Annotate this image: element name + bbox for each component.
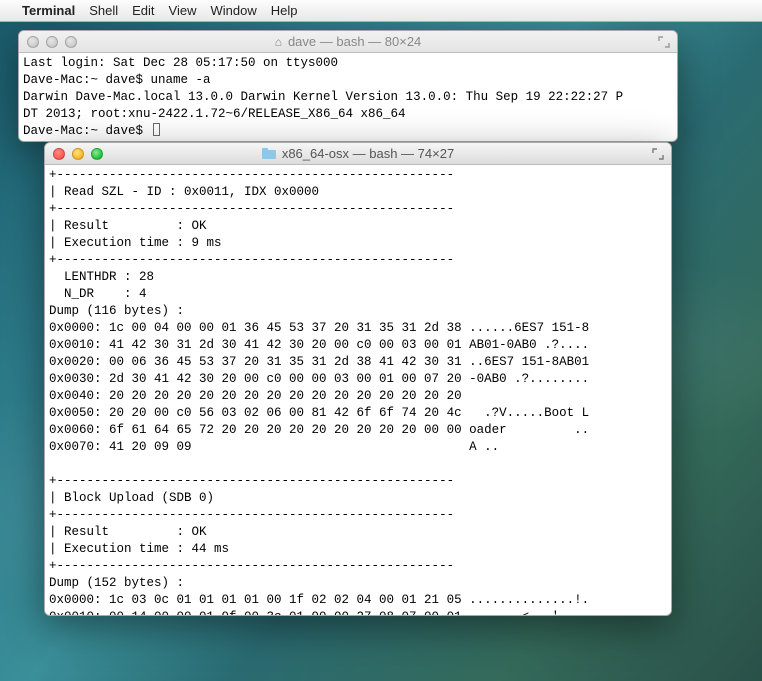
menu-view[interactable]: View [169,3,197,18]
term-line: | Result : OK [49,525,207,539]
close-button-back[interactable] [27,36,39,48]
folder-icon [262,148,276,159]
menu-app[interactable]: Terminal [22,3,75,18]
window-title-back: dave — bash — 80×24 [288,34,421,49]
menu-window[interactable]: Window [211,3,257,18]
term-line: | Execution time : 44 ms [49,542,229,556]
term-line: 0x0050: 20 20 00 c0 56 03 02 06 00 81 42… [49,406,589,420]
terminal-body-front[interactable]: +---------------------------------------… [45,165,671,615]
terminal-window-back[interactable]: ⌂ dave — bash — 80×24 Last login: Sat De… [18,30,678,142]
term-line: Dump (152 bytes) : [49,576,184,590]
term-line: Last login: Sat Dec 28 05:17:50 on ttys0… [23,56,338,70]
term-line: 0x0000: 1c 03 0c 01 01 01 01 00 1f 02 02… [49,593,589,607]
term-line: 0x0030: 2d 30 41 42 30 20 00 c0 00 00 03… [49,372,589,386]
term-line: | Read SZL - ID : 0x0011, IDX 0x0000 [49,185,319,199]
fullscreen-icon-front[interactable] [651,147,665,161]
cursor-icon [153,123,160,136]
term-line: 0x0020: 00 06 36 45 53 37 20 31 35 31 2d… [49,355,589,369]
term-line: 0x0010: 00 14 00 00 01 9f 00 3c 01 90 00… [49,610,589,615]
term-line: 0x0010: 41 42 30 31 2d 30 41 42 30 20 00… [49,338,589,352]
term-line: | Execution time : 9 ms [49,236,222,250]
term-line: | Block Upload (SDB 0) [49,491,214,505]
term-line: +---------------------------------------… [49,474,454,488]
menu-edit[interactable]: Edit [132,3,154,18]
minimize-button-front[interactable] [72,148,84,160]
terminal-window-front[interactable]: x86_64-osx — bash — 74×27 +-------------… [44,142,672,616]
minimize-button-back[interactable] [46,36,58,48]
home-icon: ⌂ [275,36,282,48]
titlebar-back[interactable]: ⌂ dave — bash — 80×24 [19,31,677,53]
term-line: +---------------------------------------… [49,253,454,267]
term-line: Darwin Dave-Mac.local 13.0.0 Darwin Kern… [23,90,623,104]
term-line: 0x0070: 41 20 09 09 A .. [49,440,499,454]
titlebar-front[interactable]: x86_64-osx — bash — 74×27 [45,143,671,165]
zoom-button-back[interactable] [65,36,77,48]
term-line: Dump (116 bytes) : [49,304,184,318]
term-line: 0x0060: 6f 61 64 65 72 20 20 20 20 20 20… [49,423,589,437]
term-line: Dave-Mac:~ dave$ uname -a [23,73,211,87]
term-line: N_DR : 4 [49,287,147,301]
term-line: +---------------------------------------… [49,508,454,522]
term-line: | Result : OK [49,219,207,233]
menu-help[interactable]: Help [271,3,298,18]
zoom-button-front[interactable] [91,148,103,160]
close-button-front[interactable] [53,148,65,160]
terminal-body-back[interactable]: Last login: Sat Dec 28 05:17:50 on ttys0… [19,53,677,141]
menubar: Terminal Shell Edit View Window Help [0,0,762,22]
window-title-front: x86_64-osx — bash — 74×27 [282,146,454,161]
traffic-lights-back [19,36,77,48]
term-line: Dave-Mac:~ dave$ [23,124,151,138]
traffic-lights-front [45,148,103,160]
term-line: 0x0040: 20 20 20 20 20 20 20 20 20 20 20… [49,389,462,403]
term-line: LENTHDR : 28 [49,270,154,284]
term-line: DT 2013; root:xnu-2422.1.72~6/RELEASE_X8… [23,107,406,121]
term-line: +---------------------------------------… [49,202,454,216]
term-line: +---------------------------------------… [49,168,454,182]
term-line: 0x0000: 1c 00 04 00 00 01 36 45 53 37 20… [49,321,589,335]
term-line: +---------------------------------------… [49,559,454,573]
fullscreen-icon-back[interactable] [657,35,671,49]
menu-shell[interactable]: Shell [89,3,118,18]
